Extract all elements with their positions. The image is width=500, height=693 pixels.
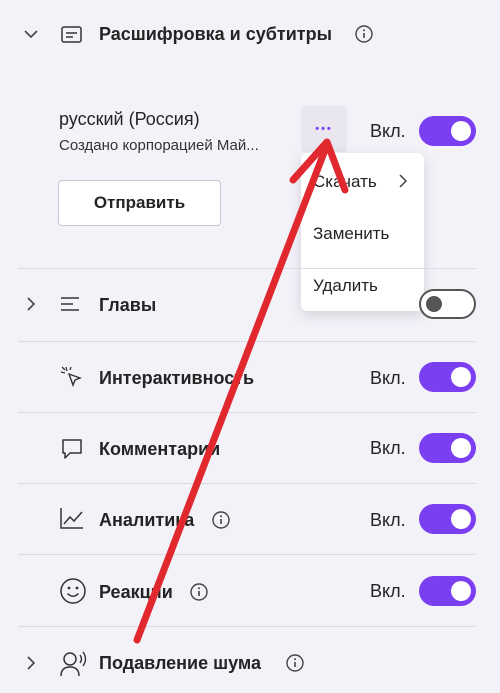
divider xyxy=(18,412,476,413)
language-name: русский (Россия) xyxy=(59,109,200,129)
info-icon[interactable] xyxy=(355,25,373,48)
expand-chevron-icon[interactable] xyxy=(24,654,38,677)
analytics-info-icon[interactable] xyxy=(212,511,230,534)
comments-label: Комментарии xyxy=(99,439,221,459)
divider xyxy=(18,268,476,269)
menu-item-download[interactable]: Скачать xyxy=(313,172,377,192)
analytics-toggle-label: Вкл. xyxy=(370,510,406,530)
send-button[interactable]: Отправить xyxy=(58,180,221,226)
reactions-toggle[interactable] xyxy=(419,576,476,606)
submenu-chevron-icon xyxy=(397,173,409,194)
more-options-icon: ••• xyxy=(315,123,333,135)
divider xyxy=(18,483,476,484)
analytics-toggle[interactable] xyxy=(419,504,476,534)
transcript-toggle-label: Вкл. xyxy=(370,121,406,141)
context-menu: Скачать Заменить Удалить xyxy=(301,153,424,311)
reactions-toggle-label: Вкл. xyxy=(370,581,406,601)
interactivity-toggle-label: Вкл. xyxy=(370,368,406,388)
transcript-toggle[interactable] xyxy=(419,116,476,146)
comment-icon xyxy=(60,437,84,466)
more-options-button[interactable]: ••• xyxy=(301,106,347,152)
noise-suppression-icon xyxy=(59,650,87,683)
divider xyxy=(18,341,476,342)
reactions-label: Реакции xyxy=(99,582,173,602)
interactivity-toggle[interactable] xyxy=(419,362,476,392)
menu-item-delete[interactable]: Удалить xyxy=(313,276,378,296)
expand-chevron-icon[interactable] xyxy=(24,295,38,318)
divider xyxy=(18,554,476,555)
noise-suppression-info-icon[interactable] xyxy=(286,654,304,677)
chapters-label: Главы xyxy=(99,295,157,315)
comments-toggle-label: Вкл. xyxy=(370,438,406,458)
divider xyxy=(18,626,476,627)
collapse-chevron-icon[interactable] xyxy=(22,25,40,48)
analytics-icon xyxy=(59,506,85,535)
transcript-icon xyxy=(61,25,83,50)
transcript-section-title: Расшифровка и субтитры xyxy=(99,24,332,44)
noise-suppression-label: Подавление шума xyxy=(99,653,261,673)
smiley-icon xyxy=(59,577,87,610)
analytics-label: Аналитика xyxy=(99,510,195,530)
comments-toggle[interactable] xyxy=(419,433,476,463)
interactivity-icon xyxy=(60,365,86,396)
created-by-text: Создано корпорацией Май... xyxy=(59,137,259,154)
chapters-toggle[interactable] xyxy=(419,289,476,319)
interactivity-label: Интерактивность xyxy=(99,368,255,388)
menu-item-replace[interactable]: Заменить xyxy=(313,224,389,244)
reactions-info-icon[interactable] xyxy=(190,583,208,606)
chapters-icon xyxy=(59,294,81,319)
